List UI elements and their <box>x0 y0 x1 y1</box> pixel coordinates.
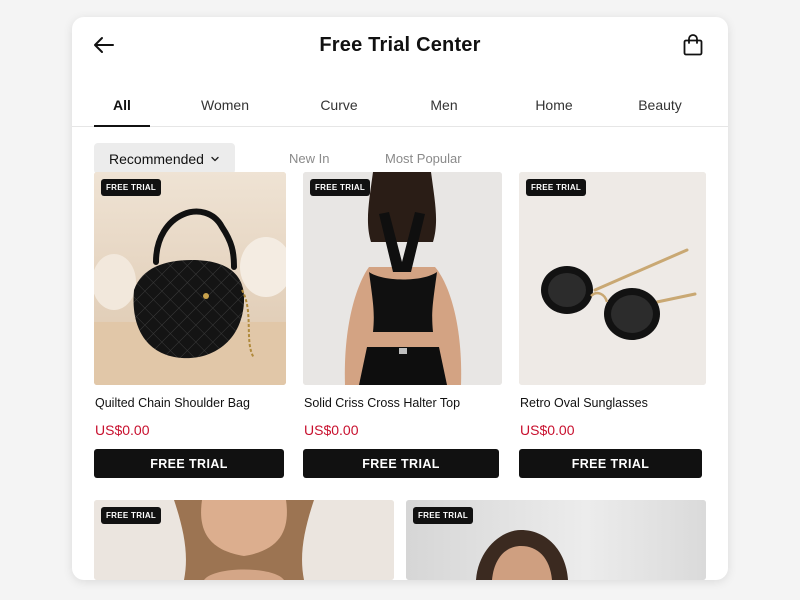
filter-new-in[interactable]: New In <box>289 151 329 166</box>
product-card[interactable]: FREE TRIAL <box>94 500 394 580</box>
category-tabs: All Women Curve Men Home Beauty <box>72 79 728 127</box>
filter-bar: Recommended New In Most Popular <box>72 125 728 177</box>
product-image[interactable]: FREE TRIAL <box>406 500 706 580</box>
tab-home[interactable]: Home <box>535 97 572 113</box>
product-card[interactable]: FREE TRIAL Solid Criss Cross Halter Top … <box>303 172 502 482</box>
sort-dropdown-label: Recommended <box>109 150 204 167</box>
product-price: US$0.00 <box>520 422 575 438</box>
bag-button[interactable] <box>682 33 704 57</box>
product-price: US$0.00 <box>304 422 359 438</box>
tab-curve[interactable]: Curve <box>320 97 357 113</box>
filter-most-popular[interactable]: Most Popular <box>385 151 462 166</box>
product-card[interactable]: FREE TRIAL <box>406 500 706 580</box>
chevron-down-icon <box>211 156 219 161</box>
free-trial-badge: FREE TRIAL <box>101 507 162 524</box>
tab-all[interactable]: All <box>113 97 131 113</box>
shopping-bag-icon <box>683 34 703 56</box>
tab-women[interactable]: Women <box>201 97 249 113</box>
product-name[interactable]: Retro Oval Sunglasses <box>520 396 648 410</box>
sort-dropdown[interactable]: Recommended <box>94 143 235 174</box>
product-name[interactable]: Solid Criss Cross Halter Top <box>304 396 460 410</box>
free-trial-badge: FREE TRIAL <box>526 179 587 196</box>
free-trial-badge: FREE TRIAL <box>101 179 162 196</box>
free-trial-badge: FREE TRIAL <box>413 507 474 524</box>
free-trial-button[interactable]: FREE TRIAL <box>94 449 284 478</box>
product-image[interactable]: FREE TRIAL <box>519 172 706 385</box>
product-price: US$0.00 <box>95 422 150 438</box>
product-name[interactable]: Quilted Chain Shoulder Bag <box>95 396 250 410</box>
product-card[interactable]: FREE TRIAL Retro Oval Sunglasses US$0.00… <box>519 172 706 482</box>
free-trial-button[interactable]: FREE TRIAL <box>519 449 702 478</box>
product-image[interactable]: FREE TRIAL <box>94 172 286 385</box>
free-trial-badge: FREE TRIAL <box>310 179 371 196</box>
free-trial-button[interactable]: FREE TRIAL <box>303 449 499 478</box>
product-image[interactable]: FREE TRIAL <box>94 500 394 580</box>
product-image[interactable]: FREE TRIAL <box>303 172 502 385</box>
tab-men[interactable]: Men <box>430 97 457 113</box>
tab-beauty[interactable]: Beauty <box>638 97 682 113</box>
free-trial-panel: Free Trial Center All Women Curve Men Ho… <box>72 17 728 580</box>
page-title: Free Trial Center <box>319 34 481 56</box>
product-card[interactable]: FREE TRIAL Quilted Chain Shoulder Bag US… <box>94 172 286 482</box>
header: Free Trial Center <box>72 17 728 75</box>
